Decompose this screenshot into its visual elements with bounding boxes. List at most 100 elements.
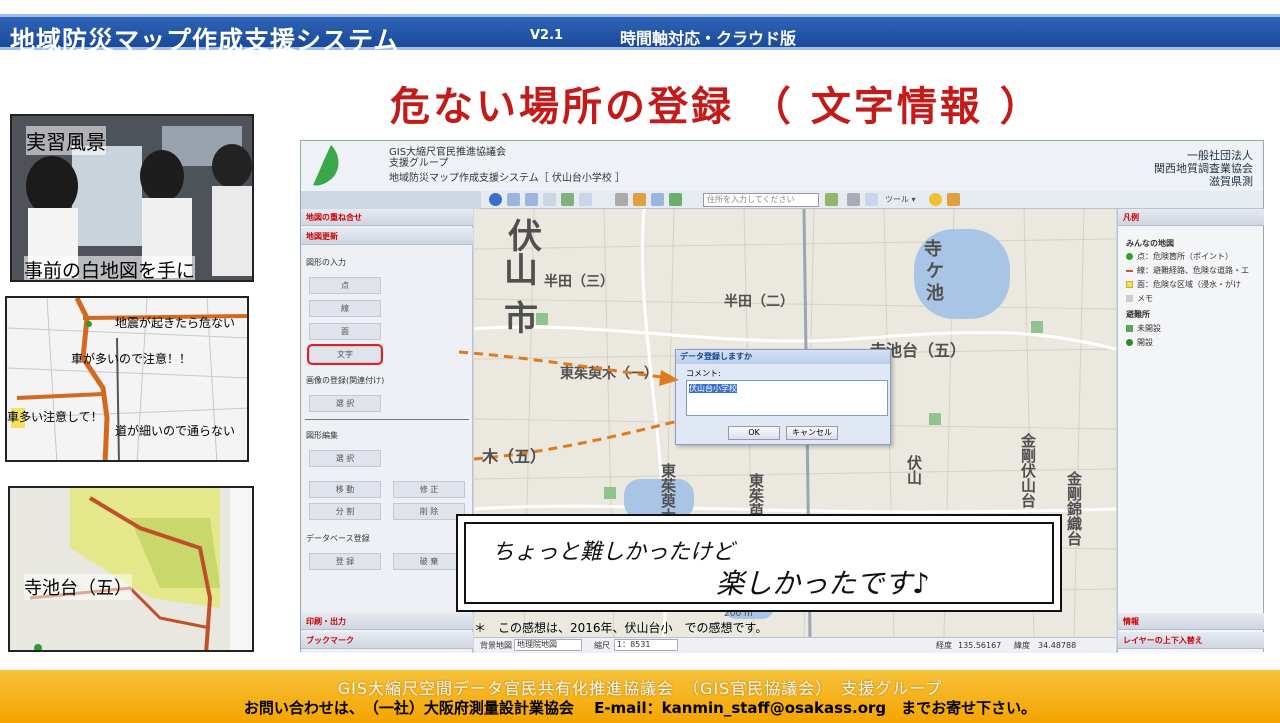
- register-button[interactable]: 登 録: [309, 553, 381, 570]
- address-search-input[interactable]: 住所を入力してください: [703, 193, 819, 207]
- banner-subtitle: 時間軸対応・クラウド版: [620, 29, 797, 48]
- delete-button[interactable]: 削 除: [393, 503, 465, 520]
- star-icon[interactable]: [929, 193, 942, 206]
- banner-title: 地域防災マップ作成支援システム: [10, 26, 400, 55]
- org-line3: 滋賀県測: [1209, 175, 1253, 188]
- comment-line2: 楽しかったです♪: [716, 567, 930, 600]
- data-register-dialog: データ登録しますか コメント: 伏山台小学校 OK キャンセル: [675, 349, 891, 445]
- image-register-label: 画像の登録(関連付け): [306, 376, 385, 385]
- map-label: 東茱萸木: [659, 463, 677, 515]
- split-button[interactable]: 分 割: [309, 503, 381, 520]
- section-bookmark[interactable]: ブックマーク: [301, 632, 473, 649]
- divider: [305, 419, 469, 420]
- legend-item: 面：危険な区域（浸水・がけ: [1126, 279, 1241, 290]
- select-button[interactable]: 選 択: [309, 395, 381, 412]
- inset-map: 寺池台（五）: [8, 486, 254, 652]
- warning-icon[interactable]: [669, 193, 682, 206]
- handwritten-comment: ちょっと難しかったけど 楽しかったです♪: [456, 514, 1062, 612]
- app-org: 一般社団法人 関西地質調査業協会 滋賀県測: [1154, 149, 1253, 188]
- info-icon[interactable]: [489, 193, 502, 206]
- line-button[interactable]: 線: [309, 300, 381, 317]
- section-print[interactable]: 印刷・出力: [301, 613, 473, 630]
- area-button[interactable]: 面: [309, 323, 381, 340]
- measure-icon[interactable]: [561, 193, 574, 206]
- sketch-map: 地震が起きたら危ない 車が多いので注意！！ 車多い注意して！ 道が細いので通らな…: [5, 296, 249, 462]
- legend-item-label: メモ: [1137, 294, 1153, 303]
- bg-map-select[interactable]: 地理院地図: [514, 639, 582, 651]
- modify-button[interactable]: 修 正: [393, 481, 465, 498]
- dialog-title: データ登録しますか: [676, 350, 890, 364]
- arrow-icon[interactable]: [579, 193, 592, 206]
- printer-icon[interactable]: [847, 193, 860, 206]
- discard-button[interactable]: 破 棄: [393, 553, 465, 570]
- org-line1: 一般社団法人: [1187, 149, 1253, 162]
- ok-button[interactable]: OK: [728, 426, 780, 440]
- grid-icon[interactable]: [651, 193, 664, 206]
- scale-input[interactable]: 1：8531: [614, 639, 678, 651]
- bookmark-icon[interactable]: [947, 193, 960, 206]
- legend-group: みんなの地図: [1126, 239, 1174, 248]
- comment-value: 伏山台小学校: [689, 384, 737, 393]
- header-banner: 地域防災マップ作成支援システム V2.1 時間軸対応・クラウド版: [0, 14, 1280, 55]
- sketch-note: 車多い注意して！: [7, 410, 103, 424]
- status-bar: 背景地図 地理院地図 縮尺 1：8531 経度 135.56167 緯度 34.…: [474, 637, 1116, 653]
- map-label: 金剛伏山台: [1019, 433, 1037, 508]
- shape-edit-label: 図形編集: [306, 431, 338, 440]
- legend-item: 開設: [1126, 337, 1153, 348]
- legend-panel: 凡例 みんなの地図 点：危険箇所（ポイント） 線：避難経路、危険な道路・エ 面：…: [1117, 209, 1264, 653]
- app-group: 支援グループ: [389, 158, 449, 169]
- db-register-label: データベース登録: [306, 534, 370, 543]
- map-label: 半田（三）: [544, 274, 614, 290]
- workshop-photo: 実習風景 事前の白地図を手に: [10, 114, 254, 282]
- move-button[interactable]: 移 動: [309, 481, 381, 498]
- legend-item-label: 線：避難経路、危険な道路・エ: [1137, 266, 1249, 275]
- app-council: GIS大縮尺官民推進協議会: [389, 147, 507, 158]
- legend-item-label: 開設: [1137, 338, 1153, 347]
- shelter-closed-icon: [1126, 325, 1133, 332]
- map-toolbar: 住所を入力してください ツール ▾: [481, 191, 1263, 209]
- point-button[interactable]: 点: [309, 277, 381, 294]
- inset-label: 寺池台（五）: [24, 574, 132, 600]
- section-overlay[interactable]: 地図の重ね合せ: [301, 209, 473, 226]
- lat-value: 34.48788: [1038, 641, 1077, 650]
- point-icon: [1126, 253, 1133, 260]
- print-icon[interactable]: [615, 193, 628, 206]
- slide-title: 危ない場所の登録 （ 文字情報 ）: [390, 84, 1043, 130]
- comment-textarea[interactable]: 伏山台小学校: [686, 380, 888, 416]
- shelter-open-icon: [1126, 339, 1133, 346]
- text-button[interactable]: 文字: [309, 346, 381, 363]
- footer-org: GIS大縮尺空間データ官民共有化推進協議会 （GIS官民協議会） 支援グループ: [337, 679, 943, 698]
- area-icon: [1126, 281, 1133, 288]
- legend-item: メモ: [1126, 293, 1153, 304]
- cancel-button[interactable]: キャンセル: [786, 426, 838, 440]
- legend-item: 未開設: [1126, 323, 1161, 334]
- left-panel: 地図の重ね合せ 地図更新 図形の入力 点 線 面 文字 画像の登録(関連付け) …: [301, 209, 473, 653]
- search-go-icon[interactable]: [825, 193, 838, 206]
- inset-map-image: [10, 488, 252, 650]
- comment-label: コメント:: [686, 369, 721, 378]
- line-icon: [1126, 269, 1133, 272]
- lon-label: 経度: [936, 641, 952, 650]
- layer-icon[interactable]: [633, 193, 646, 206]
- map-label: 池: [926, 283, 944, 304]
- zoom-in-icon[interactable]: [507, 193, 520, 206]
- map-label: 半田（二）: [724, 294, 794, 310]
- map-label: 金剛錦織台: [1065, 471, 1083, 546]
- info-header[interactable]: 情報: [1118, 613, 1264, 630]
- zoom-out-icon[interactable]: [525, 193, 538, 206]
- pan-icon[interactable]: [543, 193, 556, 206]
- legend-item-label: 未開設: [1137, 324, 1161, 333]
- map-label: 市: [504, 299, 538, 339]
- legend-header[interactable]: 凡例: [1118, 209, 1264, 226]
- tools-menu[interactable]: ツール ▾: [885, 194, 916, 205]
- layer-order-header[interactable]: レイヤーの上下入替え: [1118, 632, 1264, 649]
- photo-caption: 実習風景: [26, 126, 106, 155]
- legend-item: 線：避難経路、危険な道路・エ: [1126, 265, 1249, 276]
- edit-select-button[interactable]: 選 択: [309, 450, 381, 467]
- banner-version: V2.1: [530, 28, 564, 43]
- export-icon[interactable]: [865, 193, 878, 206]
- bg-map-label: 背景地図: [480, 641, 512, 650]
- photo-caption-bottom: 事前の白地図を手に: [24, 256, 196, 280]
- section-update[interactable]: 地図更新: [301, 228, 473, 245]
- pointer-arrow: [458, 350, 679, 386]
